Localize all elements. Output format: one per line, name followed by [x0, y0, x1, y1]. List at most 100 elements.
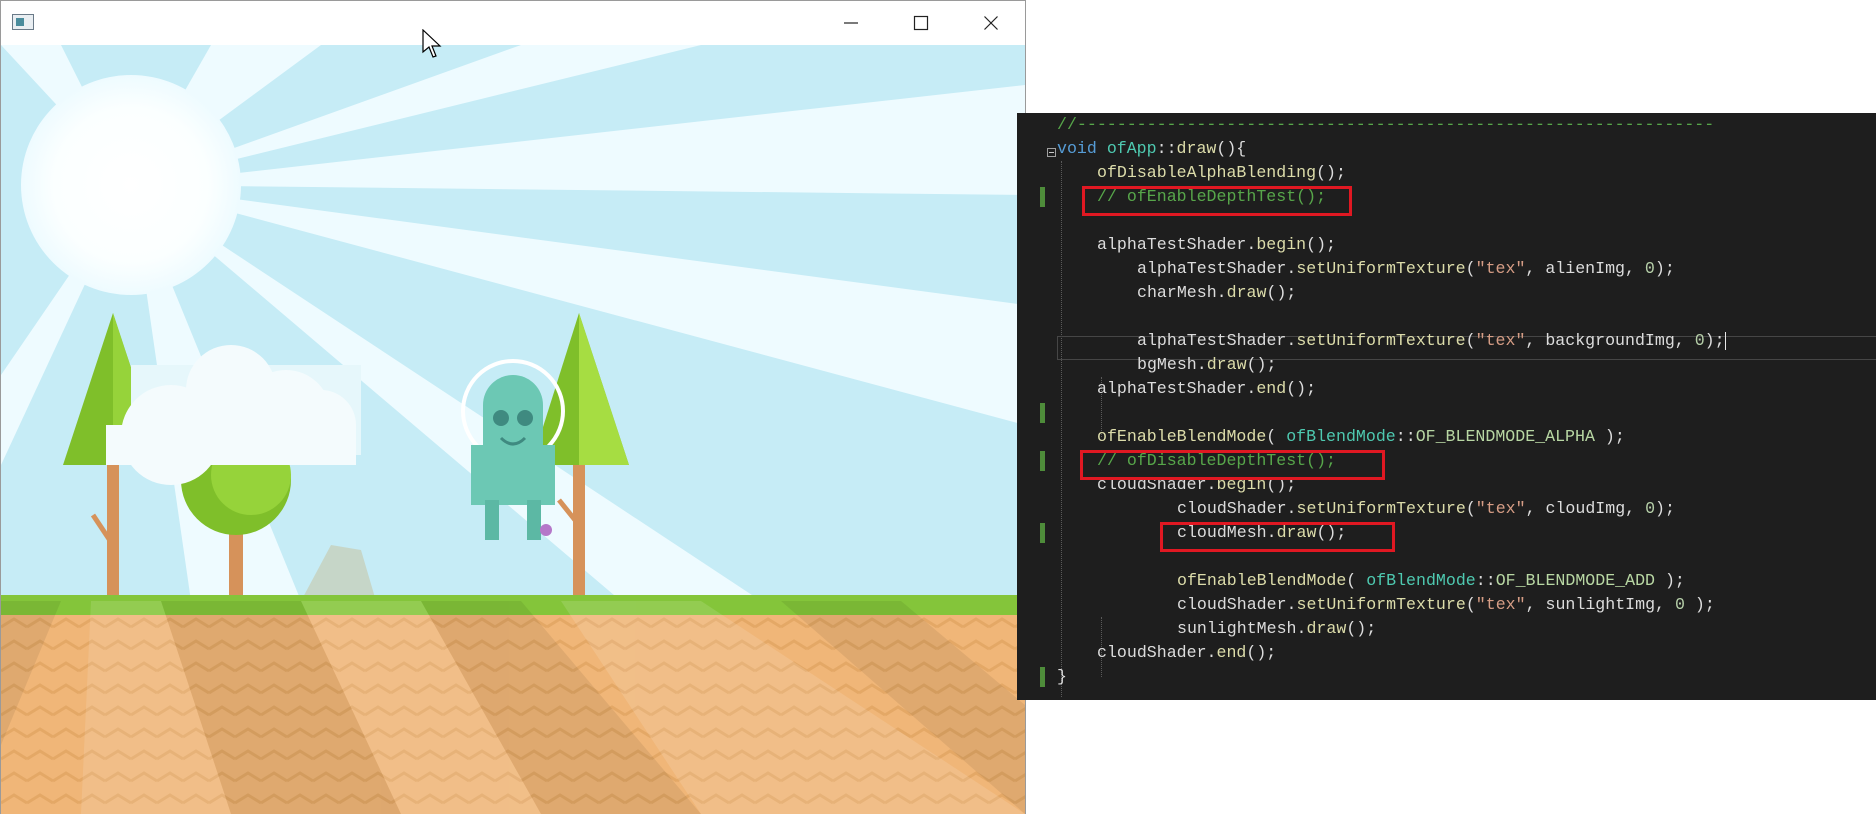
- code-token: ();: [1316, 163, 1346, 182]
- code-token: (: [1346, 571, 1367, 590]
- code-token: ::: [1475, 571, 1496, 590]
- code-token: .: [1296, 619, 1307, 638]
- change-marker: [1040, 451, 1045, 471]
- code-line[interactable]: cloudShader.setUniformTexture("tex", clo…: [1177, 497, 1675, 521]
- code-line[interactable]: bgMesh.draw();: [1137, 353, 1276, 377]
- code-token: 0: [1645, 499, 1656, 518]
- code-token: .: [1216, 283, 1227, 302]
- code-token: end: [1256, 379, 1287, 398]
- render-viewport[interactable]: [1, 45, 1025, 814]
- code-token: "tex": [1475, 259, 1526, 278]
- code-line[interactable]: cloudShader.setUniformTexture("tex", sun…: [1177, 593, 1715, 617]
- minimize-button[interactable]: [816, 1, 886, 45]
- code-token: .: [1286, 499, 1297, 518]
- highlight-box-enable-depth-test: [1082, 186, 1352, 216]
- code-token: );: [1654, 259, 1675, 278]
- code-token: alphaTestShader: [1097, 379, 1247, 398]
- close-icon: [984, 16, 998, 30]
- code-token: ofEnableBlendMode: [1097, 427, 1267, 446]
- mouse-cursor-icon: [422, 29, 442, 58]
- code-token: .: [1246, 235, 1257, 254]
- code-token: ::: [1395, 427, 1416, 446]
- code-token: setUniformTexture: [1296, 499, 1466, 518]
- code-token: .: [1246, 379, 1257, 398]
- code-token: }: [1057, 667, 1067, 686]
- code-token: (: [1266, 427, 1287, 446]
- code-token: setUniformTexture: [1296, 595, 1466, 614]
- code-token: ();: [1306, 235, 1337, 254]
- code-token: alphaTestShader: [1137, 331, 1287, 350]
- text-caret: [1724, 331, 1726, 350]
- app-window: [0, 0, 1026, 814]
- code-line[interactable]: alphaTestShader.begin();: [1097, 233, 1336, 257]
- code-token: .: [1196, 355, 1207, 374]
- change-marker: [1040, 403, 1045, 423]
- code-token: draw: [1176, 139, 1217, 158]
- maximize-button[interactable]: [886, 1, 956, 45]
- code-token: setUniformTexture: [1296, 259, 1466, 278]
- code-line[interactable]: ofEnableBlendMode( ofBlendMode::OF_BLEND…: [1097, 425, 1625, 449]
- code-token: cloudShader: [1097, 643, 1207, 662]
- change-marker: [1040, 667, 1045, 687]
- change-marker: [1040, 187, 1045, 207]
- code-line[interactable]: void ofApp::draw(){: [1057, 137, 1246, 161]
- code-token: begin: [1256, 235, 1307, 254]
- code-token: ();: [1286, 379, 1317, 398]
- close-button[interactable]: [956, 1, 1026, 45]
- fold-toggle-icon[interactable]: [1047, 148, 1056, 157]
- code-token: 0: [1644, 259, 1655, 278]
- code-line[interactable]: alphaTestShader.setUniformTexture("tex",…: [1137, 329, 1726, 353]
- title-bar[interactable]: [1, 1, 1025, 45]
- code-line[interactable]: }: [1057, 665, 1067, 689]
- code-token: , cloudImg,: [1525, 499, 1646, 518]
- code-line[interactable]: alphaTestShader.end();: [1097, 377, 1316, 401]
- code-token: .: [1286, 259, 1297, 278]
- code-line[interactable]: sunlightMesh.draw();: [1177, 617, 1376, 641]
- code-token: .: [1286, 595, 1297, 614]
- code-token: );: [1655, 571, 1685, 590]
- code-token: (: [1465, 499, 1476, 518]
- code-token: end: [1216, 643, 1247, 662]
- code-token: charMesh: [1137, 283, 1217, 302]
- code-token: sunlightMesh: [1177, 619, 1297, 638]
- sun: [21, 75, 241, 295]
- code-token: 0: [1694, 331, 1705, 350]
- game-scene: [1, 45, 1025, 814]
- code-token: alphaTestShader: [1097, 235, 1247, 254]
- code-token: ();: [1246, 643, 1277, 662]
- code-token: (: [1465, 595, 1476, 614]
- cloud: [106, 345, 361, 485]
- code-line[interactable]: alphaTestShader.setUniformTexture("tex",…: [1137, 257, 1675, 281]
- code-token: cloudShader: [1177, 499, 1287, 518]
- code-token: alphaTestShader: [1137, 259, 1287, 278]
- code-token: setUniformTexture: [1296, 331, 1466, 350]
- code-token: );: [1655, 499, 1675, 518]
- code-token: ();: [1266, 283, 1297, 302]
- code-token: ofApp: [1106, 139, 1157, 158]
- code-line[interactable]: ofDisableAlphaBlending();: [1097, 161, 1346, 185]
- change-marker: [1040, 523, 1045, 543]
- code-token: "tex": [1475, 595, 1526, 614]
- code-token: .: [1206, 643, 1217, 662]
- code-token: //--------------------------------------…: [1057, 115, 1715, 134]
- code-token: cloudShader: [1177, 595, 1287, 614]
- code-editor[interactable]: //--------------------------------------…: [1017, 113, 1876, 700]
- indent-guide: [1061, 161, 1062, 697]
- code-token: bgMesh: [1137, 355, 1197, 374]
- code-token: ::: [1156, 139, 1177, 158]
- code-token: (: [1465, 331, 1476, 350]
- code-line[interactable]: cloudShader.end();: [1097, 641, 1276, 665]
- code-token: OF_BLENDMODE_ADD: [1495, 571, 1656, 590]
- code-token: (: [1465, 259, 1476, 278]
- code-token: "tex": [1475, 331, 1526, 350]
- code-token: void: [1057, 139, 1097, 158]
- code-token: ofBlendMode: [1286, 427, 1396, 446]
- code-token: , alienImg,: [1525, 259, 1645, 278]
- minimize-icon: [844, 22, 858, 24]
- code-line[interactable]: charMesh.draw();: [1137, 281, 1296, 305]
- code-line[interactable]: //--------------------------------------…: [1057, 113, 1714, 137]
- code-token: ofBlendMode: [1366, 571, 1476, 590]
- code-token: );: [1704, 331, 1725, 350]
- code-line[interactable]: ofEnableBlendMode( ofBlendMode::OF_BLEND…: [1177, 569, 1685, 593]
- code-token: , backgroundImg,: [1525, 331, 1695, 350]
